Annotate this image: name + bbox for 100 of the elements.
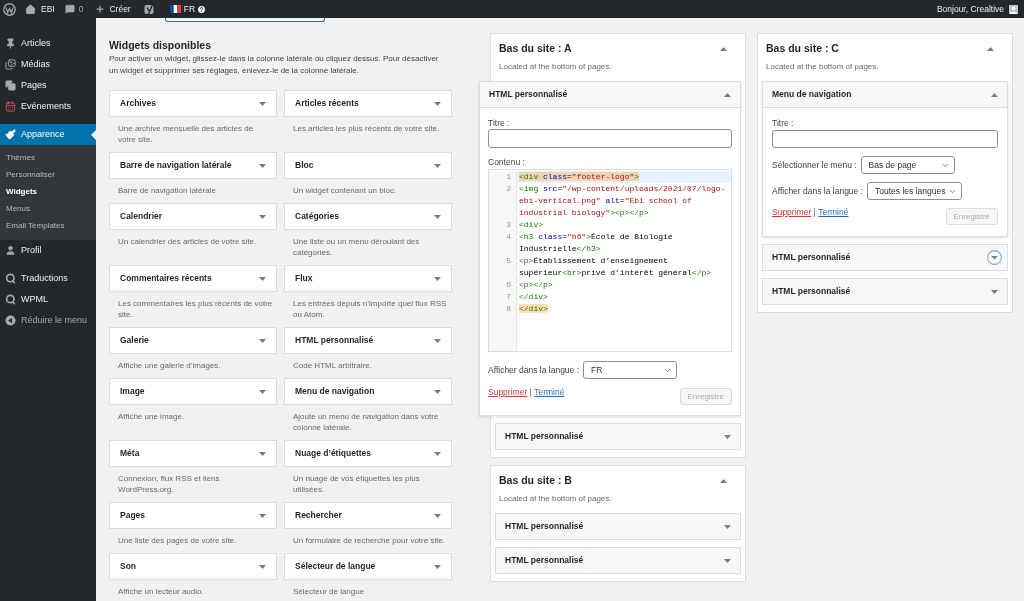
widget-header[interactable]: Menu de navigation [763, 82, 1007, 107]
flag-icon [169, 5, 181, 13]
widget-item[interactable]: HTML personnalisé [495, 547, 741, 574]
widget-item[interactable]: HTML personnalisé [495, 423, 741, 450]
caret-down-icon[interactable] [259, 101, 266, 106]
caret-down-icon[interactable] [434, 101, 441, 106]
widget-tile[interactable]: Pages [109, 502, 277, 529]
code-editor[interactable] [488, 169, 732, 352]
menu-item[interactable]: WPML [0, 289, 96, 310]
widget-tile[interactable]: Catégories [284, 203, 452, 230]
widget-tile[interactable]: Commentaires récents [109, 265, 277, 292]
caret-down-icon[interactable] [434, 338, 441, 343]
collapse-menu-button[interactable]: Réduire le menu [0, 310, 96, 331]
menu-item[interactable]: Articles [0, 33, 96, 54]
widget-item[interactable]: HTML personnalisé [762, 244, 1008, 271]
caret-down-icon[interactable] [259, 389, 266, 394]
select-field[interactable]: Bas de page [860, 156, 955, 174]
submenu-item[interactable]: Email Templates [0, 217, 96, 235]
caret-down-icon[interactable] [259, 276, 266, 281]
caret-up-icon[interactable] [987, 46, 994, 51]
submenu-item[interactable]: Thèmes [0, 149, 96, 167]
widget-tile[interactable]: Barre de navigation latérale [109, 152, 277, 179]
widget-tile[interactable]: Nuage d’étiquettes [284, 440, 452, 467]
delete-link[interactable]: Supprimer [488, 387, 528, 398]
menu-item[interactable]: Evénements [0, 96, 96, 117]
title-action-button[interactable] [165, 18, 325, 22]
menu-item[interactable]: Pages [0, 75, 96, 96]
caret-up-icon[interactable] [724, 92, 731, 97]
caret-down-icon[interactable] [724, 558, 731, 563]
logo-icon[interactable] [143, 3, 155, 15]
caret-down-icon[interactable] [259, 338, 266, 343]
field-label: Contenu : [488, 157, 525, 168]
language-switcher[interactable]: FR [169, 4, 206, 14]
widget-tile[interactable]: Flux [284, 265, 452, 292]
widget-title: Nuage d’étiquettes [295, 447, 372, 460]
widget-title: Articles récents [295, 97, 359, 110]
caret-down-icon[interactable] [434, 564, 441, 569]
area-description: Located at the bottom of pages. [766, 61, 879, 72]
submenu-item[interactable]: Widgets [0, 183, 96, 201]
account-link[interactable]: Bonjour, Crealtive [936, 4, 1018, 14]
caret-down-icon[interactable] [259, 163, 266, 168]
title-input[interactable] [488, 129, 732, 148]
widget-tile[interactable]: Articles récents [284, 90, 452, 117]
menu-item[interactable]: Traductions [0, 268, 96, 289]
widget-tile[interactable]: Méta [109, 440, 277, 467]
caret-down-icon[interactable] [434, 163, 441, 168]
select-field[interactable]: Toutes les langues [867, 182, 963, 200]
caret-down-icon[interactable] [434, 214, 441, 219]
caret-down-icon[interactable] [434, 451, 441, 456]
widget-title: Flux [295, 272, 313, 285]
widget-title: HTML personnalisé [505, 430, 584, 443]
widget-description: Barre de navigation latérale [118, 185, 216, 196]
code-line: <h3 class="h6">École de Biologie Industrielle</h3> [518, 231, 674, 255]
delete-link[interactable]: Supprimer [772, 207, 812, 218]
menu-item[interactable]: Apparence [0, 124, 96, 145]
widget-tile[interactable]: Image [109, 378, 277, 405]
widget-tile[interactable]: Son [109, 553, 277, 580]
field-label: Titre : [488, 118, 510, 129]
caret-down-icon[interactable] [434, 389, 441, 394]
widget-item[interactable]: HTML personnalisé [495, 513, 741, 540]
select-field[interactable]: FR [583, 361, 678, 379]
caret-down-icon[interactable] [259, 451, 266, 456]
widget-tile[interactable]: HTML personnalisé [284, 327, 452, 354]
widget-tile[interactable]: Sélecteur de langue [284, 553, 452, 580]
caret-down-icon[interactable] [434, 276, 441, 281]
caret-down-icon[interactable] [434, 513, 441, 518]
paintbrush-icon [5, 129, 16, 140]
widget-tile[interactable]: Calendrier [109, 203, 277, 230]
caret-down-icon[interactable] [259, 513, 266, 518]
widget-tile[interactable]: Bloc [284, 152, 452, 179]
caret-down-icon[interactable] [259, 214, 266, 219]
site-link[interactable]: EBI [25, 3, 55, 15]
submenu-item[interactable]: Personnaliser [0, 166, 96, 184]
caret-down-icon[interactable] [259, 564, 266, 569]
caret-up-icon[interactable] [720, 46, 727, 51]
widget-item[interactable]: HTML personnalisé [762, 278, 1008, 305]
widget-tile[interactable]: Galerie [109, 327, 277, 354]
menu-item[interactable]: Médias [0, 54, 96, 75]
caret-up-icon[interactable] [991, 92, 998, 97]
widget-title: Image [120, 385, 145, 398]
field-label: Afficher dans la langue : [772, 185, 864, 197]
comments-link[interactable]: 0 [64, 4, 84, 14]
done-link[interactable]: Terminé [818, 207, 849, 218]
circle-logo-icon[interactable] [3, 2, 16, 16]
caret-down-icon[interactable] [987, 250, 1002, 265]
widget-header[interactable]: HTML personnalisé [480, 82, 740, 107]
caret-up-icon[interactable] [720, 478, 727, 483]
caret-down-icon[interactable] [724, 524, 731, 529]
submenu-item[interactable]: Menus [0, 200, 96, 218]
widget-tile[interactable]: Menu de navigation [284, 378, 452, 405]
caret-down-icon[interactable] [991, 289, 998, 294]
widget-title: Son [120, 560, 137, 573]
widget-tile[interactable]: Rechercher [284, 502, 452, 529]
done-link[interactable]: Terminé [534, 387, 565, 398]
caret-down-icon[interactable] [724, 434, 731, 439]
title-input[interactable] [772, 130, 998, 148]
menu-item[interactable]: Profil [0, 240, 96, 261]
new-content-link[interactable]: Créer [95, 4, 131, 14]
person-icon [5, 245, 16, 256]
widget-tile[interactable]: Archives [109, 90, 277, 117]
